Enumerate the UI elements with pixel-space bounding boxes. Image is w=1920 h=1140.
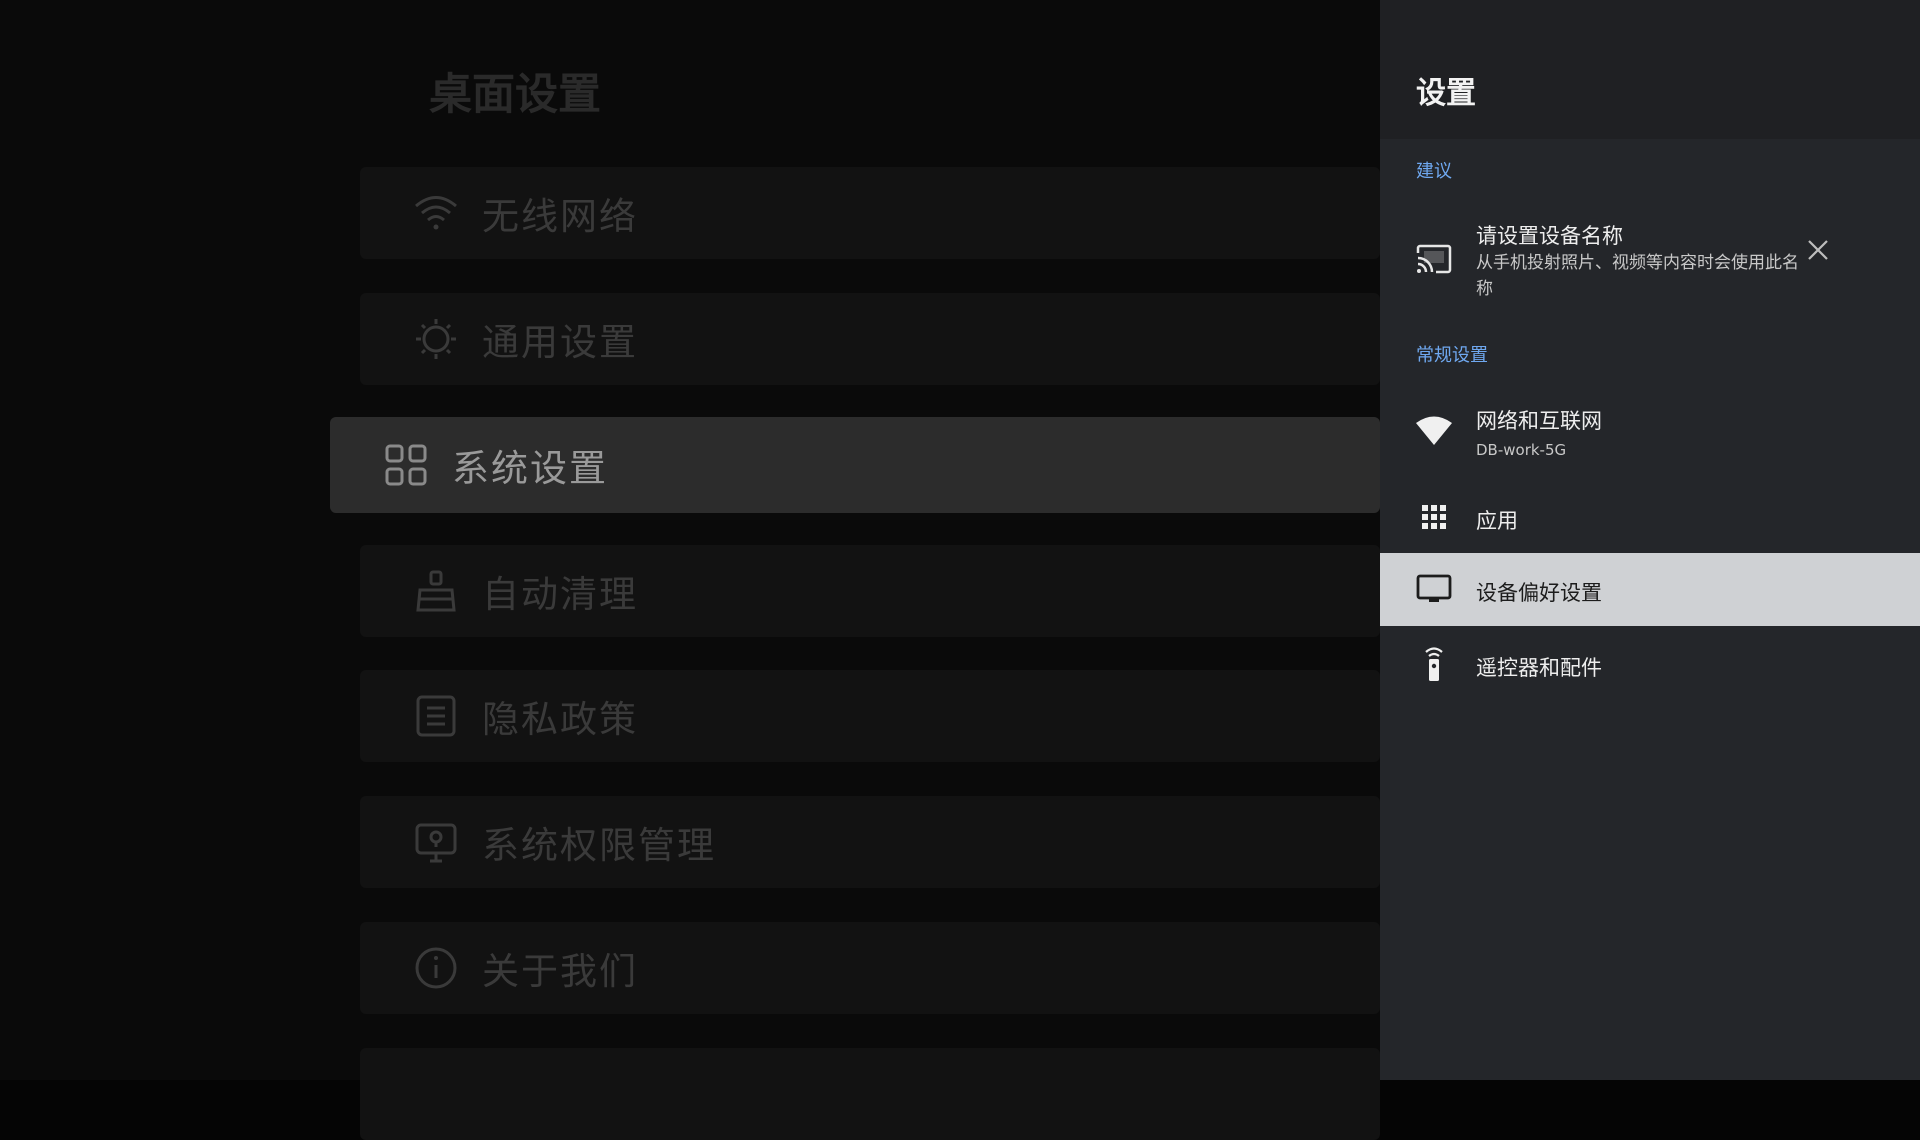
menu-label: 自动清理 bbox=[482, 573, 638, 616]
settings-item-subtitle: DB-work-5G bbox=[1476, 441, 1567, 459]
menu-item-general[interactable]: 通用设置 bbox=[360, 293, 1380, 385]
suggestion-subtitle: 从手机投射照片、视频等内容时会使用此名称 bbox=[1476, 253, 1799, 299]
menu-item-wireless[interactable]: 无线网络 bbox=[360, 167, 1380, 259]
menu-item-privacy[interactable]: 隐私政策 bbox=[360, 670, 1380, 762]
settings-item-title: 应用 bbox=[1476, 509, 1518, 533]
menu-item-more[interactable] bbox=[360, 1048, 1380, 1140]
suggestion-set-device-name[interactable]: 请设置设备名称 从手机投射照片、视频等内容时会使用此名称 bbox=[1380, 210, 1920, 310]
monitor-lock-icon bbox=[412, 818, 460, 866]
sun-icon bbox=[412, 315, 460, 363]
settings-item-title: 网络和互联网 bbox=[1476, 409, 1602, 433]
settings-item-apps[interactable]: 应用 bbox=[1380, 485, 1920, 552]
menu-item-permissions[interactable]: 系统权限管理 bbox=[360, 796, 1380, 888]
settings-item-device-preferences[interactable]: 设备偏好设置 bbox=[1380, 553, 1920, 626]
menu-item-about[interactable]: 关于我们 bbox=[360, 922, 1380, 1014]
menu-label: 系统权限管理 bbox=[482, 824, 716, 867]
menu-label: 无线网络 bbox=[482, 195, 638, 238]
suggestion-title: 请设置设备名称 bbox=[1476, 224, 1623, 248]
cast-icon bbox=[1414, 240, 1454, 280]
wifi-icon bbox=[412, 189, 460, 237]
remote-icon bbox=[1414, 644, 1454, 684]
settings-item-title: 遥控器和配件 bbox=[1476, 656, 1602, 680]
panel-header: 设置 bbox=[1380, 0, 1920, 139]
apps-grid-icon bbox=[1414, 497, 1454, 537]
section-suggestions: 建议 bbox=[1416, 161, 1452, 182]
panel-title: 设置 bbox=[1416, 76, 1476, 111]
section-general: 常规设置 bbox=[1416, 345, 1488, 366]
broom-icon bbox=[412, 567, 460, 615]
wifi-filled-icon bbox=[1414, 411, 1454, 451]
menu-label: 关于我们 bbox=[482, 950, 638, 993]
info-icon bbox=[412, 944, 460, 992]
background-page-title: 桌面设置 bbox=[429, 70, 601, 120]
menu-label: 系统设置 bbox=[452, 447, 608, 490]
menu-item-auto-clean[interactable]: 自动清理 bbox=[360, 545, 1380, 637]
document-icon bbox=[412, 692, 460, 740]
grid-icon bbox=[382, 441, 430, 489]
settings-item-network[interactable]: 网络和互联网 DB-work-5G bbox=[1380, 395, 1920, 471]
settings-item-remotes[interactable]: 遥控器和配件 bbox=[1380, 630, 1920, 700]
settings-panel: 设置 建议 请设置设备名称 从手机投射照片、视频等内容时会使用此名称 常规设置 bbox=[1380, 0, 1920, 1080]
settings-item-title: 设备偏好设置 bbox=[1476, 581, 1602, 605]
menu-label: 通用设置 bbox=[482, 321, 638, 364]
menu-item-system[interactable]: 系统设置 bbox=[330, 417, 1380, 513]
menu-label: 隐私政策 bbox=[482, 698, 638, 741]
tv-icon bbox=[1414, 569, 1454, 609]
close-icon[interactable] bbox=[1806, 238, 1830, 262]
